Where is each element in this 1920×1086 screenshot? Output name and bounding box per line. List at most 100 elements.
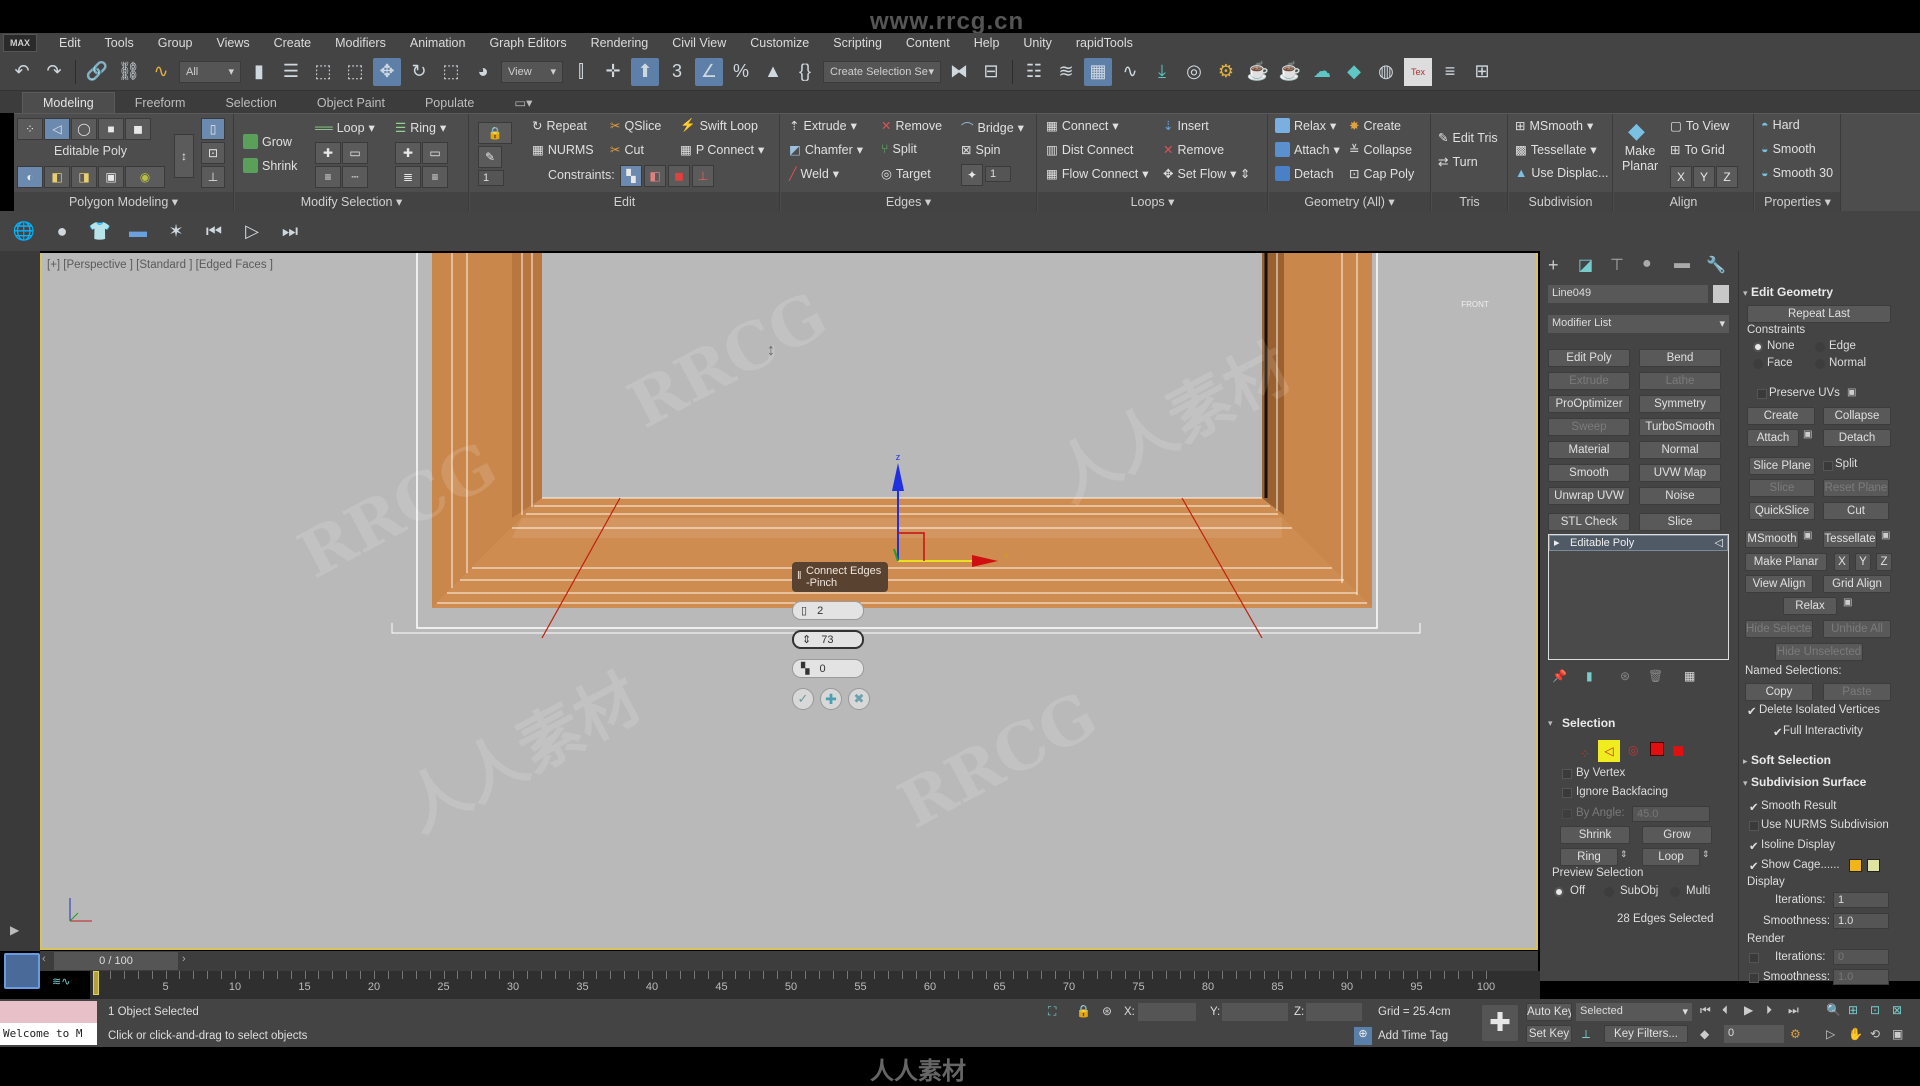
z-coordinate-field[interactable] <box>1306 1003 1362 1021</box>
utilities-tab-icon[interactable]: 🔧 <box>1706 255 1726 275</box>
group-title-loops[interactable]: Loops ▾ <box>1038 192 1267 212</box>
redo-icon[interactable]: ↷ <box>40 58 68 86</box>
viewport-perspective[interactable]: [+] [Perspective ] [Standard ] [Edged Fa… <box>40 253 1538 950</box>
by-angle-spinner[interactable]: 45.0 <box>1632 806 1710 822</box>
menu-group[interactable]: Group <box>146 36 205 50</box>
element-subobject-icon[interactable]: ◼ <box>1672 741 1684 759</box>
menu-rapidtools[interactable]: rapidTools <box>1064 36 1145 50</box>
edit-spinner[interactable]: 1 <box>478 170 504 186</box>
attach-list-icon[interactable]: ▣ <box>1803 429 1812 440</box>
relax-button[interactable]: Relax <box>1783 597 1837 615</box>
curve-editor-icon[interactable]: ≋∿ <box>52 975 70 988</box>
edit-tris-button[interactable]: ✎ Edit Tris <box>1438 130 1498 146</box>
expand-arrow-icon[interactable]: ▸ <box>1554 536 1560 550</box>
render-iterations-spinner[interactable]: 0 <box>1833 949 1889 965</box>
pin-stack-icon[interactable]: 📌 <box>1552 669 1567 683</box>
zoom-all-icon[interactable]: ⊞ <box>1848 1003 1858 1017</box>
field-of-view-icon[interactable]: ▷ <box>1826 1027 1835 1041</box>
msmooth-button[interactable]: ⊞ MSmooth ▾ <box>1515 118 1593 134</box>
grow-ring-icon[interactable]: ✚ <box>395 142 421 164</box>
menu-create[interactable]: Create <box>262 36 324 50</box>
previous-key-icon[interactable]: ⏴ <box>1722 1003 1728 1018</box>
caddy-ok-icon[interactable]: ✓ <box>792 688 814 710</box>
modifier-button-symmetry[interactable]: Symmetry <box>1639 395 1721 413</box>
select-rotate-icon[interactable]: ↻ <box>405 58 433 86</box>
render-activeshade-icon[interactable]: ◆ <box>1340 58 1368 86</box>
constraint-none-icon[interactable]: ▚ <box>620 165 642 187</box>
set-key-button[interactable]: Set Key <box>1526 1025 1572 1043</box>
modifier-button-unwrap-uvw[interactable]: Unwrap UVW <box>1548 487 1630 505</box>
collapse-arrow-icon[interactable]: ▾ <box>1548 718 1553 729</box>
dotloop-icon[interactable]: ┄ <box>342 166 368 188</box>
paste-button[interactable]: Paste <box>1823 683 1891 701</box>
group-title-modify-selection[interactable]: Modify Selection ▾ <box>235 192 468 212</box>
remove-edge-button[interactable]: ✕ Remove <box>881 118 942 134</box>
time-slider[interactable]: 0 / 100 <box>54 952 178 970</box>
rect-selection-icon[interactable]: ⬚ <box>309 58 337 86</box>
turn-button[interactable]: ⇄ Turn <box>1438 154 1478 170</box>
biped-icon[interactable]: ✶ <box>162 217 190 245</box>
preserve-uvs-icon[interactable]: ▣ <box>98 166 124 188</box>
spinner-snap-icon[interactable]: ▲ <box>759 58 787 86</box>
modifier-button-sweep[interactable]: Sweep <box>1548 418 1630 436</box>
absolute-mode-icon[interactable]: ⊛ <box>1102 1004 1112 1018</box>
display-tab-icon[interactable]: ▬ <box>1674 255 1690 273</box>
dotring-icon[interactable]: ≡ <box>422 166 448 188</box>
unlink-icon[interactable]: ⛓ <box>115 58 143 86</box>
smooth-result-checkbox[interactable]: ✔ <box>1749 800 1759 814</box>
current-frame-field[interactable]: 0 <box>1724 1025 1784 1043</box>
named-selection-dropdown[interactable]: Create Selection Se ▾ <box>823 60 941 83</box>
modifier-button-turbosmooth[interactable]: TurboSmooth <box>1639 418 1721 436</box>
show-end-result-icon[interactable]: ▮ <box>1586 669 1593 683</box>
default-in-out-tangents-icon[interactable]: ⟂ <box>1582 1027 1590 1042</box>
hide-unselected-button[interactable]: Hide Unselected <box>1775 643 1863 661</box>
configure-modifier-sets-icon[interactable]: ▦ <box>1684 669 1695 683</box>
sphere-icon[interactable]: ● <box>48 217 76 245</box>
render-setup-icon[interactable]: ⚙ <box>1212 58 1240 86</box>
subdivision-surface-title[interactable]: Subdivision Surface <box>1751 775 1866 789</box>
shrink-loop-icon[interactable]: ▭ <box>342 142 368 164</box>
split-button[interactable]: ⑂ Split <box>881 142 917 156</box>
make-planar-button[interactable]: Make Planar <box>1745 553 1827 571</box>
scene-states-icon[interactable]: ≡ <box>1436 58 1464 86</box>
grid-align-button[interactable]: Grid Align <box>1823 575 1891 593</box>
hide-selected-button[interactable]: Hide Selected <box>1745 620 1813 638</box>
slice-button[interactable]: Slice <box>1749 479 1815 497</box>
caddy-apply-continue-icon[interactable]: ✚ <box>820 688 842 710</box>
detach-button[interactable]: Detach <box>1823 429 1891 447</box>
selection-shrink-button[interactable]: Shrink <box>1560 826 1630 844</box>
render-production-icon[interactable]: ☕ <box>1276 58 1304 86</box>
group-title-edges[interactable]: Edges ▾ <box>781 192 1036 212</box>
maxscript-mini-listener-pink[interactable] <box>0 1001 97 1023</box>
target-weld-button[interactable]: ◎ Target <box>881 166 931 182</box>
constraint-edge-radio[interactable] <box>1815 342 1825 352</box>
snaps-toggle-icon[interactable]: 3 <box>663 58 691 86</box>
selection-filter-dropdown[interactable]: All ▾ <box>179 60 241 83</box>
menu-content[interactable]: Content <box>894 36 962 50</box>
display-iterations-spinner[interactable]: 1 <box>1833 892 1889 908</box>
tessellate-button[interactable]: Tessellate <box>1823 530 1877 548</box>
loop-mode-icon[interactable]: ≡ <box>315 166 341 188</box>
create-button[interactable]: ✸ Create <box>1349 118 1401 134</box>
slide-field[interactable]: ▚ 0 <box>792 659 864 678</box>
menu-customize[interactable]: Customize <box>738 36 821 50</box>
edge-tool-icon[interactable]: ✦ <box>961 164 983 186</box>
keyboard-shortcut-toggle-icon[interactable]: ⬆ <box>631 57 659 86</box>
play-icon[interactable]: ▶ <box>1744 1003 1753 1017</box>
attach-button[interactable]: Attach ▾ <box>1275 142 1340 157</box>
modifier-button-smooth[interactable]: Smooth <box>1548 464 1630 482</box>
modify-tab-icon[interactable]: ◪ <box>1578 255 1593 275</box>
schematic-view-icon[interactable]: ⤓ <box>1148 58 1176 86</box>
selection-rollout-title[interactable]: Selection <box>1562 716 1615 730</box>
menu-animation[interactable]: Animation <box>398 36 478 50</box>
dist-connect-button[interactable]: ▥ Dist Connect <box>1046 142 1133 158</box>
ignore-backfacing-icon[interactable]: ▯ <box>201 118 225 140</box>
modifier-button-bend[interactable]: Bend <box>1639 349 1721 367</box>
repeat-last-button[interactable]: Repeat Last <box>1747 305 1891 323</box>
p-connect-button[interactable]: ▦ P Connect ▾ <box>680 142 764 158</box>
soft-selection-title[interactable]: Soft Selection <box>1751 753 1831 767</box>
mirror-icon[interactable]: ⧓ <box>945 58 973 86</box>
attach-button[interactable]: Attach <box>1747 429 1799 447</box>
maxscript-mini-listener[interactable]: Welcome to M <box>0 1023 97 1045</box>
scene-explorer-globe-icon[interactable]: 🌐 <box>10 217 38 245</box>
